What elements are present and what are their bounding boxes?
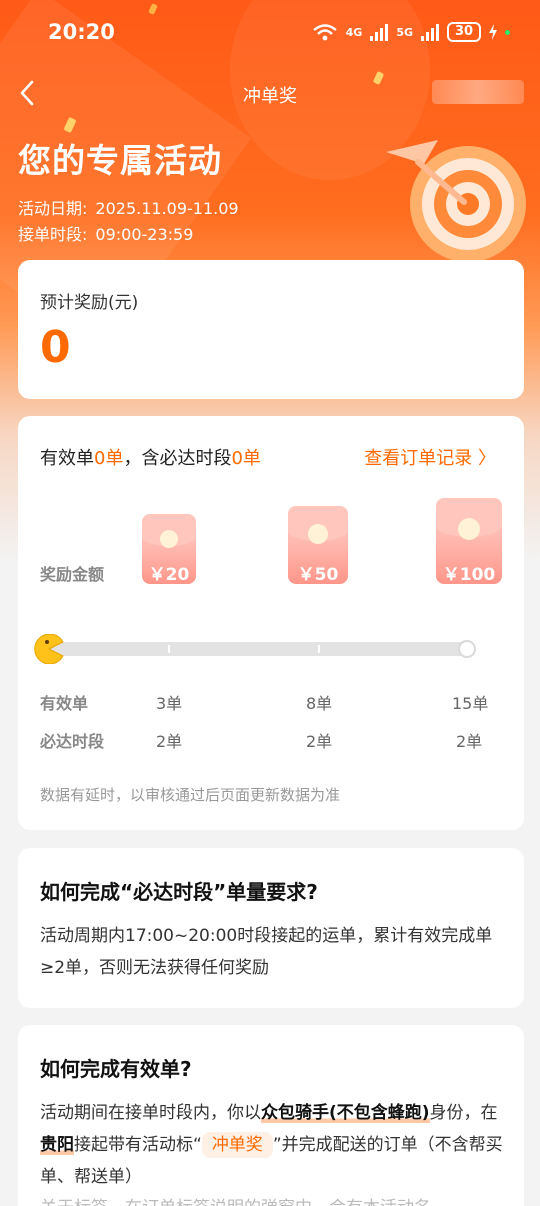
battery-icon: 30 xyxy=(447,22,481,42)
faq-must-slot-body: 活动周期内17:00~20:00时段接起的运单，累计有效完成单 ≥2单，否则无法… xyxy=(40,926,493,978)
tier-1-must: 2单 xyxy=(156,732,183,751)
signal-icon xyxy=(370,23,389,41)
order-hours-value: 09:00-23:59 xyxy=(95,225,194,244)
tier-2-valid: 8单 xyxy=(306,694,333,713)
faq-truncated-text: 关于标签，在订单标签说明的弹窗中，会有本活动名 xyxy=(40,1193,504,1206)
activity-tag: 冲单奖 xyxy=(201,1132,273,1158)
reward-envelope-50: ￥50 xyxy=(288,506,348,585)
progress-end-marker xyxy=(458,640,476,658)
faq-text-3: 接起带有活动标“ xyxy=(74,1135,202,1155)
estimated-reward-amount: 0 xyxy=(40,322,71,373)
status-icons: 4G 5G 30 xyxy=(312,22,510,42)
status-bar: 20:20 4G 5G 30 xyxy=(0,0,540,66)
reward-tier-3: ￥100 xyxy=(442,565,496,585)
faq-valid-order-card: 如何完成有效单? 活动期间在接单时段内，你以众包骑手(不包含蜂跑)身份，在贵阳接… xyxy=(18,1025,524,1206)
activity-date-label: 活动日期: xyxy=(18,199,88,218)
hero-title: 您的专属活动 xyxy=(18,141,222,180)
privacy-dot-icon xyxy=(505,29,510,35)
tier-1-valid: 3单 xyxy=(156,694,183,713)
nav-bar: 冲单奖 xyxy=(0,70,540,118)
estimated-reward-card: 预计奖励(元) 0 xyxy=(18,260,524,399)
wifi-icon xyxy=(312,24,337,41)
network-4g-label: 4G xyxy=(345,25,363,39)
valid-orders-label: 有效单 xyxy=(40,448,94,469)
order-summary: 有效单0单，含必达时段0单 xyxy=(40,444,261,470)
must-slot-label: ，含必达时段 xyxy=(123,448,232,469)
reward-envelope-100: ￥100 xyxy=(436,498,502,585)
status-time: 20:20 xyxy=(48,20,115,44)
progress-card xyxy=(18,416,524,830)
tier-2-must: 2单 xyxy=(306,732,333,751)
faq-must-slot-card: 如何完成“必达时段”单量要求? 活动周期内17:00~20:00时段接起的运单，… xyxy=(18,848,524,1008)
valid-orders-count: 0单 xyxy=(94,448,124,469)
valid-orders-row-label: 有效单 xyxy=(40,694,89,713)
reward-tier-1: ￥20 xyxy=(148,565,190,585)
faq-valid-order-title: 如何完成有效单? xyxy=(40,1057,192,1081)
tier-3-must: 2单 xyxy=(456,732,483,751)
blurred-info xyxy=(432,80,524,104)
faq-text-2: 身份，在 xyxy=(429,1103,498,1123)
order-hours: 接单时段: 09:00-23:59 xyxy=(18,221,193,245)
faq-text-1: 活动期间在接单时段内，你以 xyxy=(40,1103,261,1123)
tier-3-valid: 15单 xyxy=(452,694,489,713)
order-hours-label: 接单时段: xyxy=(18,225,88,244)
reward-tier-2: ￥50 xyxy=(297,565,339,585)
faq-must-slot-title: 如何完成“必达时段”单量要求? xyxy=(40,880,318,904)
estimated-reward-label: 预计奖励(元) xyxy=(40,293,139,313)
view-order-records-link[interactable]: 查看订单记录 〉 xyxy=(364,444,496,470)
must-slot-row-label: 必达时段 xyxy=(40,732,105,751)
signal-icon-2 xyxy=(421,23,439,41)
reward-envelope-20: ￥20 xyxy=(142,514,196,585)
faq-valid-order-body: 活动期间在接单时段内，你以众包骑手(不包含蜂跑)身份，在贵阳接起带有活动标“ 冲单… xyxy=(40,1097,504,1193)
activity-date-value: 2025.11.09-11.09 xyxy=(95,199,239,218)
progress-track xyxy=(44,640,476,658)
data-delay-note: 数据有延时，以审核通过后页面更新数据为准 xyxy=(40,786,341,804)
network-5g-label: 5G xyxy=(396,25,413,39)
city-highlight: 贵阳 xyxy=(40,1135,74,1155)
target-illustration-icon xyxy=(386,140,526,262)
reward-amount-label: 奖励金额 xyxy=(40,565,105,584)
activity-date: 活动日期: 2025.11.09-11.09 xyxy=(18,195,239,219)
progress-indicator-icon xyxy=(34,634,64,664)
rider-type-highlight: 众包骑手(不包含蜂跑) xyxy=(261,1103,430,1123)
must-slot-count: 0单 xyxy=(231,448,261,469)
charging-icon xyxy=(489,24,497,40)
